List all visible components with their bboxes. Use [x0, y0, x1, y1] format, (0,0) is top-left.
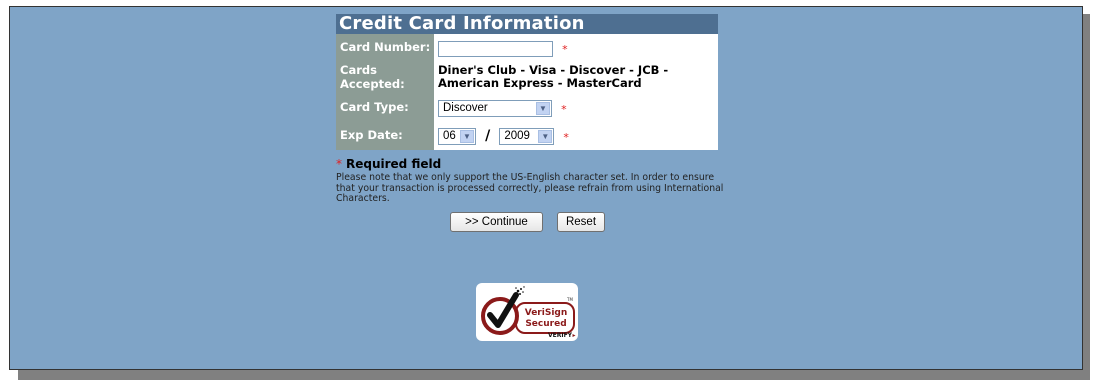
cards-accepted-cell: Diner's Club - Visa - Discover - JCB - A…	[434, 60, 718, 94]
chevron-down-icon: ▼	[460, 129, 474, 143]
exp-date-row: Exp Date: 06 ▼ / 2009 ▼ *	[336, 120, 718, 150]
form-table: Card Number: * Cards Accepted: Diner's C…	[336, 34, 718, 150]
seal-secured-text: Secured	[525, 319, 566, 329]
card-number-input[interactable]	[438, 40, 553, 57]
chevron-down-icon: ▼	[536, 101, 550, 115]
required-marker: *	[561, 102, 567, 116]
card-number-row: Card Number: *	[336, 34, 718, 60]
seal-brand: VeriSign	[525, 308, 568, 318]
card-type-value: Discover	[443, 101, 488, 114]
continue-button[interactable]: >> Continue	[450, 212, 543, 232]
form-title: Credit Card Information	[336, 14, 718, 34]
seal-verify-arrow: ▸	[572, 332, 575, 339]
required-marker: *	[563, 130, 569, 144]
exp-month-value: 06	[443, 129, 456, 142]
seal-verify-text: VERIFY	[548, 332, 573, 339]
required-marker: *	[336, 157, 342, 171]
card-type-select[interactable]: Discover ▼	[438, 99, 552, 117]
required-marker: *	[562, 43, 568, 57]
charset-notice: Please note that we only support the US-…	[336, 172, 724, 204]
required-field-note: * Required field	[336, 157, 441, 171]
card-type-row: Card Type: Discover ▼ *	[336, 94, 718, 120]
cards-accepted-line2: American Express - MasterCard	[438, 76, 642, 90]
reset-button[interactable]: Reset	[557, 212, 605, 232]
verisign-seal[interactable]: VeriSign Secured VERIFY ▸ TM	[476, 283, 578, 341]
card-type-label: Card Type:	[336, 94, 434, 120]
exp-date-label: Exp Date:	[336, 120, 434, 150]
exp-year-select[interactable]: 2009 ▼	[499, 127, 555, 145]
required-field-text: Required field	[346, 157, 442, 171]
chevron-down-icon: ▼	[538, 129, 553, 143]
card-type-cell: Discover ▼ *	[434, 94, 718, 120]
credit-card-form: Credit Card Information Card Number: * C…	[336, 14, 718, 150]
exp-month-select[interactable]: 06 ▼	[438, 127, 476, 145]
cards-accepted-row: Cards Accepted: Diner's Club - Visa - Di…	[336, 60, 718, 94]
cards-accepted-label: Cards Accepted:	[336, 60, 434, 94]
verisign-seal-graphic: VeriSign Secured VERIFY ▸ TM	[481, 286, 576, 339]
exp-separator: /	[485, 128, 491, 144]
exp-date-cell: 06 ▼ / 2009 ▼ *	[434, 120, 718, 150]
card-number-cell: *	[434, 34, 718, 60]
exp-year-value: 2009	[504, 129, 530, 142]
seal-tm: TM	[566, 297, 573, 302]
card-number-label: Card Number:	[336, 34, 434, 60]
